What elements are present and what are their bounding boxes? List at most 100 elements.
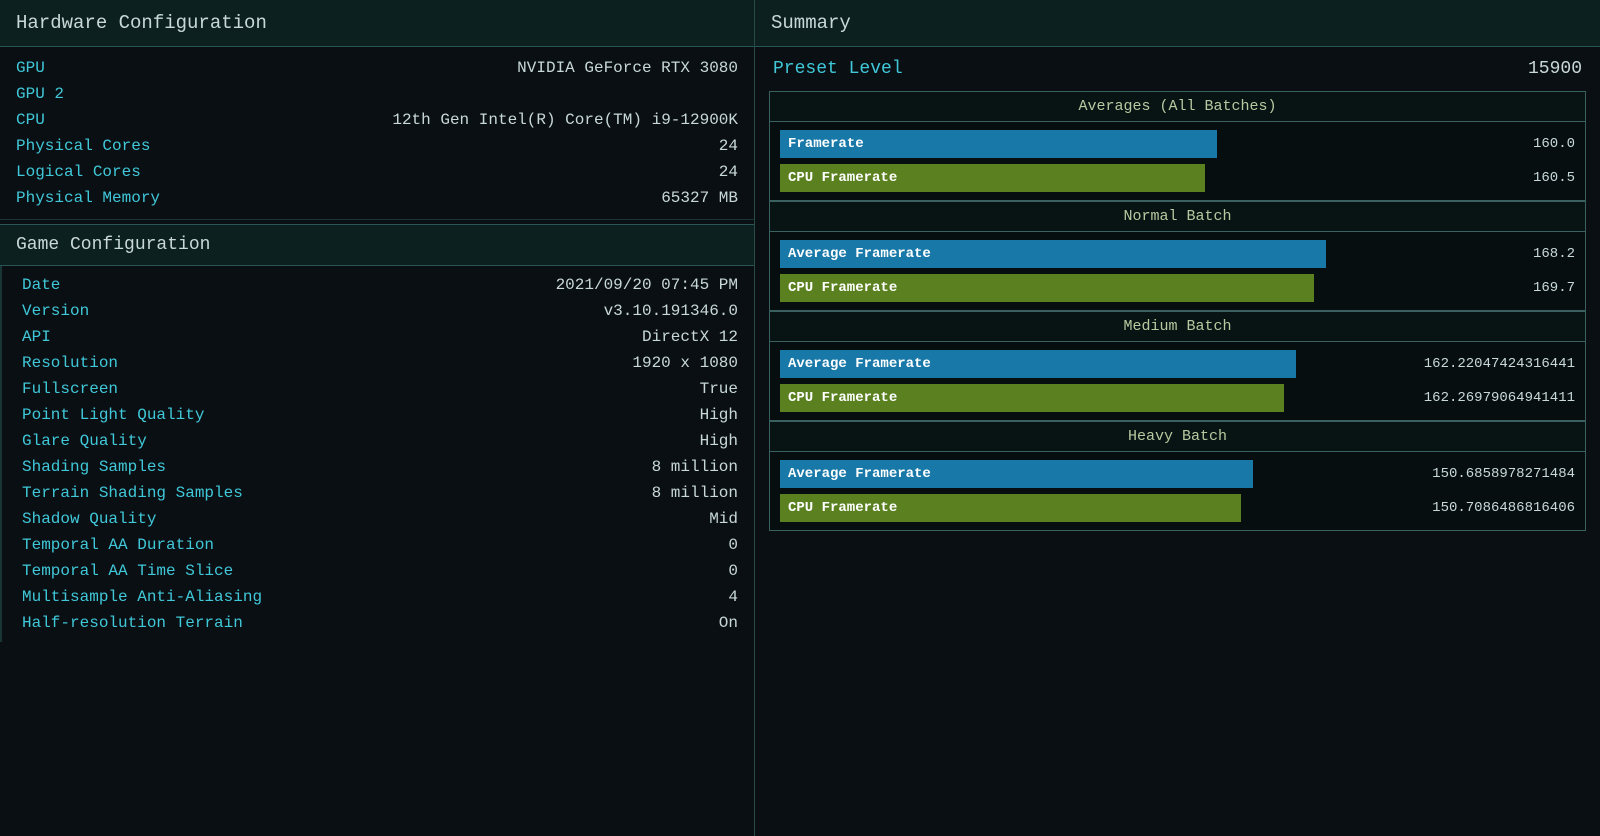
hw-label: GPU 2 xyxy=(16,85,64,103)
game-row: Version v3.10.191346.0 xyxy=(2,298,754,324)
preset-row: Preset Level 15900 xyxy=(769,57,1586,81)
bar-value: 168.2 xyxy=(1395,246,1575,262)
batch-rows: Average Framerate 162.22047424316441 CPU F… xyxy=(770,342,1585,420)
batch-header: Normal Batch xyxy=(770,202,1585,232)
bar-container: CPU Framerate xyxy=(780,384,1387,412)
bar-row: CPU Framerate 160.5 xyxy=(780,164,1575,192)
bar-value: 169.7 xyxy=(1395,280,1575,296)
bar-row: CPU Framerate 150.7086486816406 xyxy=(780,494,1575,522)
hw-label: Physical Cores xyxy=(16,137,150,155)
bar-green: CPU Framerate xyxy=(780,274,1314,302)
batch-section: Medium Batch Average Framerate 162.2204742… xyxy=(769,311,1586,421)
hw-value: 12th Gen Intel(R) Core(TM) i9-12900K xyxy=(392,111,738,129)
bar-value: 160.5 xyxy=(1395,170,1575,186)
bar-container: CPU Framerate xyxy=(780,274,1387,302)
batch-header: Averages (All Batches) xyxy=(770,92,1585,122)
hw-value: 24 xyxy=(719,163,738,181)
game-value: On xyxy=(719,614,738,632)
game-value: 1920 x 1080 xyxy=(632,354,738,372)
game-row: Shading Samples8 million xyxy=(2,454,754,480)
game-label: Glare Quality xyxy=(22,432,147,450)
game-value: 4 xyxy=(728,588,738,606)
bar-row: Average Framerate 162.22047424316441 xyxy=(780,350,1575,378)
bar-green: CPU Framerate xyxy=(780,384,1284,412)
game-value: True xyxy=(700,380,738,398)
game-label: Shadow Quality xyxy=(22,510,156,528)
bar-blue: Average Framerate xyxy=(780,460,1253,488)
game-row: Multisample Anti-Aliasing 4 xyxy=(2,584,754,610)
game-row: Fullscreen True xyxy=(2,376,754,402)
bar-container: Average Framerate xyxy=(780,350,1387,378)
game-row: APIDirectX 12 xyxy=(2,324,754,350)
game-label: Temporal AA Time Slice xyxy=(22,562,233,580)
hw-row: CPU12th Gen Intel(R) Core(TM) i9-12900K xyxy=(0,107,754,133)
bar-row: CPU Framerate 169.7 xyxy=(780,274,1575,302)
game-row: Terrain Shading Samples8 million xyxy=(2,480,754,506)
bar-value: 162.26979064941411 xyxy=(1395,390,1575,406)
bar-row: Average Framerate 168.2 xyxy=(780,240,1575,268)
game-label: Multisample Anti-Aliasing xyxy=(22,588,262,606)
hw-row: Physical Cores 24 xyxy=(0,133,754,159)
bar-container: Average Framerate xyxy=(780,460,1387,488)
game-table: Date 2021/09/20 07:45 PM Version v3.10.1913… xyxy=(0,266,754,642)
hw-row: GPU NVIDIA GeForce RTX 3080 xyxy=(0,55,754,81)
game-value: v3.10.191346.0 xyxy=(604,302,738,320)
batch-rows: Framerate 160.0 CPU Framerate 160.5 xyxy=(770,122,1585,200)
game-row: Temporal AA Time Slice0 xyxy=(2,558,754,584)
game-value: Mid xyxy=(709,510,738,528)
hw-value: NVIDIA GeForce RTX 3080 xyxy=(517,59,738,77)
game-row: Date 2021/09/20 07:45 PM xyxy=(2,272,754,298)
game-label: Point Light Quality xyxy=(22,406,204,424)
game-row: Temporal AA Duration 0 xyxy=(2,532,754,558)
bar-value: 160.0 xyxy=(1395,136,1575,152)
batch-rows: Average Framerate 168.2 CPU Framerate 169.7 xyxy=(770,232,1585,310)
game-row: Glare Quality High xyxy=(2,428,754,454)
game-label: Fullscreen xyxy=(22,380,118,398)
game-label: Version xyxy=(22,302,89,320)
bar-green: CPU Framerate xyxy=(780,494,1241,522)
game-row: Resolution 1920 x 1080 xyxy=(2,350,754,376)
bar-green: CPU Framerate xyxy=(780,164,1205,192)
right-panel: Summary Preset Level 15900 Averages (All… xyxy=(755,0,1600,836)
game-row: Half-resolution Terrain On xyxy=(2,610,754,636)
batch-rows: Average Framerate 150.6858978271484 CPU Fr… xyxy=(770,452,1585,530)
game-label: Date xyxy=(22,276,60,294)
batch-section: Averages (All Batches) Framerate 160.0 CPU … xyxy=(769,91,1586,201)
hw-row: GPU 2 xyxy=(0,81,754,107)
bar-value: 162.22047424316441 xyxy=(1395,356,1575,372)
game-label: Temporal AA Duration xyxy=(22,536,214,554)
game-value: 0 xyxy=(728,536,738,554)
hw-value: 24 xyxy=(719,137,738,155)
hw-label: Logical Cores xyxy=(16,163,141,181)
hw-config-header: Hardware Configuration xyxy=(0,0,754,47)
game-value: 2021/09/20 07:45 PM xyxy=(556,276,738,294)
preset-value: 15900 xyxy=(1528,59,1582,79)
game-config-header: Game Configuration xyxy=(0,224,754,266)
hw-row: Physical Memory65327 MB xyxy=(0,185,754,211)
game-value: High xyxy=(700,406,738,424)
bar-container: CPU Framerate xyxy=(780,164,1387,192)
batch-section: Heavy Batch Average Framerate 150.68589782… xyxy=(769,421,1586,531)
bar-container: CPU Framerate xyxy=(780,494,1387,522)
batch-section: Normal Batch Average Framerate 168.2 CPU Fr… xyxy=(769,201,1586,311)
batch-header: Heavy Batch xyxy=(770,422,1585,452)
bar-container: Framerate xyxy=(780,130,1387,158)
game-label: Resolution xyxy=(22,354,118,372)
bar-blue: Average Framerate xyxy=(780,350,1296,378)
hw-label: GPU xyxy=(16,59,45,77)
left-panel: Hardware Configuration GPU NVIDIA GeForce… xyxy=(0,0,755,836)
summary-content: Preset Level 15900 Averages (All Batches… xyxy=(755,47,1600,541)
summary-header: Summary xyxy=(755,0,1600,47)
game-row: Point Light Quality High xyxy=(2,402,754,428)
batches-container: Averages (All Batches) Framerate 160.0 CPU … xyxy=(769,91,1586,531)
bar-value: 150.7086486816406 xyxy=(1395,500,1575,516)
game-row: Shadow Quality Mid xyxy=(2,506,754,532)
bar-row: Framerate 160.0 xyxy=(780,130,1575,158)
game-value: High xyxy=(700,432,738,450)
game-label: API xyxy=(22,328,51,346)
bar-row: Average Framerate 150.6858978271484 xyxy=(780,460,1575,488)
game-label: Half-resolution Terrain xyxy=(22,614,243,632)
batch-header: Medium Batch xyxy=(770,312,1585,342)
bar-value: 150.6858978271484 xyxy=(1395,466,1575,482)
bar-container: Average Framerate xyxy=(780,240,1387,268)
